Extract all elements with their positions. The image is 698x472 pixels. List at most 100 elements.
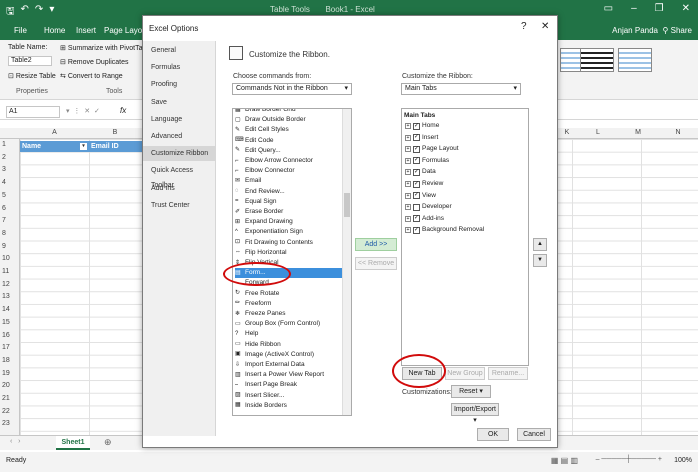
row-header[interactable]: 11 xyxy=(2,268,9,275)
nav-item-language[interactable]: Language xyxy=(143,112,216,127)
row-header[interactable]: 2 xyxy=(2,154,6,161)
command-item[interactable]: ⊡ Fit Drawing to Contents xyxy=(235,238,351,248)
expand-icon[interactable]: + xyxy=(405,227,411,234)
scroll-thumb[interactable] xyxy=(344,193,350,217)
tree-item[interactable]: + Developer xyxy=(405,202,452,212)
command-item[interactable]: ▭ Group Box (Form Control) xyxy=(235,319,351,329)
nav-item-add-ins[interactable]: Add-ins xyxy=(143,181,216,196)
filter-dropdown-icon[interactable]: ▾ xyxy=(80,143,87,150)
command-item[interactable]: ◌ End Review... xyxy=(235,187,351,197)
column-header-n[interactable]: N xyxy=(658,129,698,136)
expand-icon[interactable]: + xyxy=(405,146,411,153)
command-item[interactable]: ^ Exponentiation Sign xyxy=(235,227,351,237)
command-item[interactable]: ▦ Draw Border Grid xyxy=(235,109,351,115)
row-header[interactable]: 13 xyxy=(2,293,10,300)
nav-item-trust-center[interactable]: Trust Center xyxy=(143,198,216,213)
nav-item-proofing[interactable]: Proofing xyxy=(143,77,216,92)
remove-duplicates-button[interactable]: ⊟ Remove Duplicates xyxy=(60,58,129,66)
command-item[interactable]: ▢ Draw Outside Border xyxy=(235,115,351,125)
command-item[interactable]: ✎ Edit Cell Styles xyxy=(235,125,351,135)
row-header[interactable]: 21 xyxy=(2,395,10,402)
checkbox[interactable]: ✓ xyxy=(413,157,420,165)
command-item[interactable]: ? Help xyxy=(235,329,351,339)
command-item[interactable]: ⇔ Flip Horizontal xyxy=(235,248,351,258)
expand-icon[interactable]: + xyxy=(405,192,411,199)
commands-scrollbar[interactable] xyxy=(342,109,351,415)
row-header[interactable]: 10 xyxy=(2,255,10,262)
tree-item[interactable]: + ✓ Formulas xyxy=(405,156,449,166)
move-up-button[interactable]: ▲ xyxy=(533,238,547,251)
customize-qat-icon[interactable]: ▾ xyxy=(49,4,54,21)
row-header[interactable]: 5 xyxy=(2,192,6,199)
nav-item-advanced[interactable]: Advanced xyxy=(143,129,216,144)
undo-icon[interactable]: ↶ xyxy=(21,4,29,21)
expand-icon[interactable]: + xyxy=(405,204,411,211)
row-header[interactable]: 19 xyxy=(2,370,10,377)
table-name-input[interactable]: Table2 xyxy=(8,56,52,66)
nav-item-formulas[interactable]: Formulas xyxy=(143,60,216,75)
ok-button[interactable]: OK xyxy=(477,428,509,441)
name-box-dropdown-icon[interactable]: ▾ ⋮ ✕ ✓ xyxy=(66,107,100,115)
expand-icon[interactable]: + xyxy=(405,215,411,222)
command-item[interactable]: ⌨ Edit Code xyxy=(235,136,351,146)
tree-item[interactable]: + ✓ Review xyxy=(405,179,443,189)
ribbon-display-icon[interactable]: ▭ xyxy=(604,3,613,14)
row-header[interactable]: 4 xyxy=(2,179,6,186)
row-header[interactable]: 23 xyxy=(2,420,10,427)
row-header[interactable]: 1 xyxy=(2,141,6,148)
row-header[interactable]: 3 xyxy=(2,166,6,173)
nav-item-customize-ribbon[interactable]: Customize Ribbon xyxy=(143,146,216,162)
sheet-nav-arrows-icon[interactable]: ‹ › xyxy=(10,438,21,445)
command-item[interactable]: ✉ Email xyxy=(235,176,351,186)
add-sheet-icon[interactable]: ⊕ xyxy=(104,437,112,448)
checkbox[interactable]: ✓ xyxy=(413,192,420,200)
cell-b1[interactable]: Email ID xyxy=(89,141,142,152)
nav-item-general[interactable]: General xyxy=(143,43,216,58)
column-header-k[interactable]: K xyxy=(556,129,578,136)
command-item[interactable]: ⌐ Elbow Arrow Connector xyxy=(235,156,351,166)
restore-icon[interactable]: ❐ xyxy=(655,3,664,14)
tree-item[interactable]: + ✓ View xyxy=(405,191,436,201)
row-header[interactable]: 18 xyxy=(2,357,10,364)
remove-button[interactable]: << Remove xyxy=(355,257,397,270)
command-item[interactable]: ⇩ Import External Data xyxy=(235,360,351,370)
minimize-icon[interactable]: – xyxy=(631,3,637,14)
resize-table-button[interactable]: ⊡ Resize Table xyxy=(8,72,56,80)
row-header[interactable]: 22 xyxy=(2,408,10,415)
cell-a1[interactable]: Name ▾ xyxy=(20,141,89,152)
tab-home[interactable]: Home xyxy=(44,26,65,35)
tab-file[interactable]: File xyxy=(14,26,27,35)
tree-item[interactable]: + ✓ Insert xyxy=(405,133,438,143)
command-item[interactable]: ▨ Insert Slicer... xyxy=(235,391,351,401)
tree-item[interactable]: + ✓ Add-ins xyxy=(405,214,444,224)
row-header[interactable]: 17 xyxy=(2,344,10,351)
close-icon[interactable]: ✕ xyxy=(541,21,549,32)
row-header[interactable]: 7 xyxy=(2,217,6,224)
sheet-tab[interactable]: Sheet1 xyxy=(56,436,90,450)
row-header[interactable]: 8 xyxy=(2,230,6,237)
command-item[interactable]: ↻ Free Rotate xyxy=(235,289,351,299)
convert-to-range-button[interactable]: ⇆ Convert to Range xyxy=(60,72,123,80)
expand-icon[interactable]: + xyxy=(405,134,411,141)
tree-item[interactable]: + ✓ Background Removal xyxy=(405,225,484,235)
nav-item-quick-access-toolbar[interactable]: Quick Access Toolbar xyxy=(143,163,216,189)
column-header-l[interactable]: L xyxy=(578,129,618,136)
user-name[interactable]: Anjan Panda xyxy=(612,26,658,35)
summarize-pivot-button[interactable]: ⊞ Summarize with PivotTable xyxy=(60,44,152,52)
command-item[interactable]: ✏ Freeform xyxy=(235,299,351,309)
cancel-button[interactable]: Cancel xyxy=(517,428,551,441)
checkbox[interactable]: ✓ xyxy=(413,215,420,223)
add-button[interactable]: Add >> xyxy=(355,238,397,251)
share-button[interactable]: ⚲ Share xyxy=(663,26,692,35)
rename-button[interactable]: Rename... xyxy=(488,367,528,380)
checkbox[interactable]: ✓ xyxy=(413,134,420,142)
save-icon[interactable]: 🖫 xyxy=(6,4,15,21)
customize-ribbon-dropdown[interactable]: Main Tabs ▾ xyxy=(401,83,521,95)
checkbox[interactable]: ✓ xyxy=(413,226,420,234)
expand-icon[interactable]: + xyxy=(405,181,411,187)
checkbox[interactable]: ✓ xyxy=(413,180,420,188)
tree-item[interactable]: + ✓ Data xyxy=(405,167,436,177)
checkbox[interactable] xyxy=(413,203,420,211)
expand-icon[interactable]: + xyxy=(405,169,411,176)
tab-insert[interactable]: Insert xyxy=(76,26,96,35)
